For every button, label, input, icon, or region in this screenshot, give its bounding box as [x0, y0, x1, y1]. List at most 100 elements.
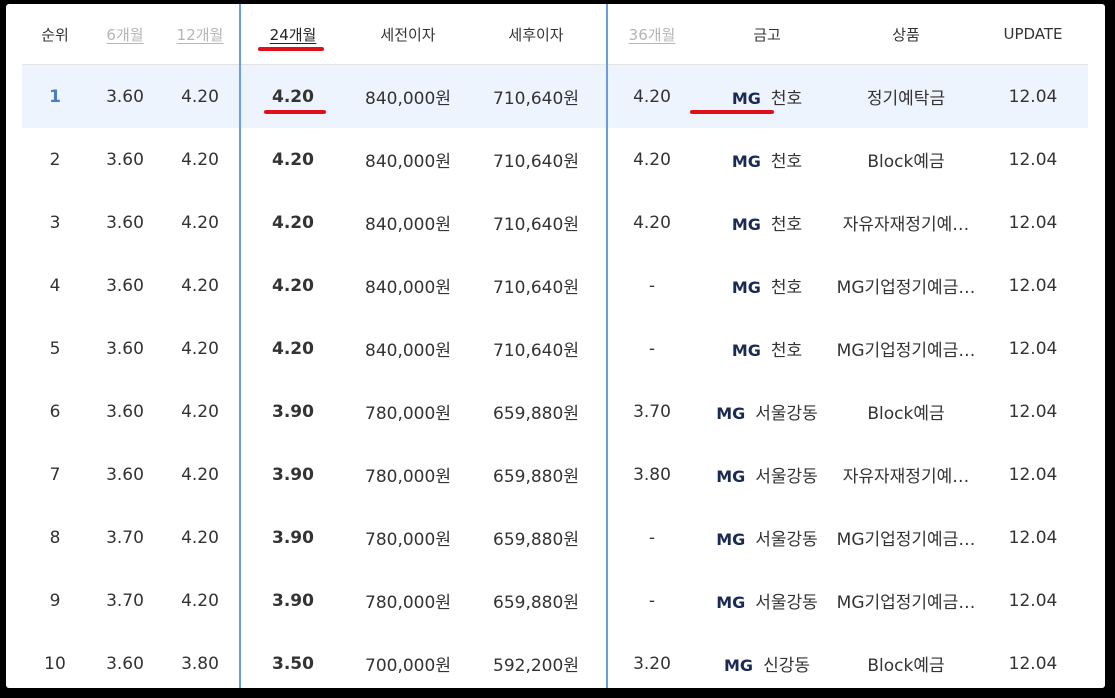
- cell-36-month-rate: 4.20: [633, 149, 671, 170]
- bank-name: 천호: [770, 215, 803, 235]
- table-row[interactable]: 1 3.60 4.20 4.20 840,000원 710,640원 4.20 MG 천호 정기예…: [22, 64, 1088, 128]
- header-rank: 순위: [22, 4, 88, 65]
- cell-6-month-rate: 3.70: [106, 527, 144, 548]
- cell-aftertax-interest: 710,640원: [493, 215, 579, 235]
- cell-rank: 6: [49, 401, 61, 422]
- cell-product: MG기업정기예금…: [836, 278, 976, 298]
- mg-brand-label: MG: [716, 467, 746, 486]
- cell-update: 12.04: [1008, 212, 1058, 233]
- cell-24-month-rate: 4.20: [272, 149, 314, 170]
- bank-name: 서울강동: [755, 467, 818, 487]
- table-row[interactable]: 6 3.60 4.20 3.90 780,000원 659,880원 3.70 MG 서울강동 B…: [22, 380, 1088, 443]
- cell-12-month-rate: 4.20: [181, 338, 219, 359]
- cell-product: Block예금: [867, 656, 945, 676]
- cell-pretax-interest: 840,000원: [365, 341, 451, 361]
- cell-36-month-rate: 4.20: [633, 212, 671, 233]
- cell-24-month-rate: 4.20: [272, 338, 314, 359]
- tab-6-months[interactable]: 6개월: [88, 4, 162, 65]
- mg-brand-label: MG: [731, 89, 761, 108]
- cell-update: 12.04: [1008, 527, 1058, 548]
- cell-bank: MG 천호: [700, 64, 834, 128]
- table-row[interactable]: 10 3.60 3.80 3.50 700,000원 592,200원 3.20 MG 신강동 B…: [22, 632, 1088, 688]
- column-divider-right: [606, 4, 608, 688]
- rate-table: 순위 6개월 12개월 24개월 세전이자 세후이자 36개월 금고 상품 UP…: [22, 4, 1088, 688]
- cell-pretax-interest: 780,000원: [365, 593, 451, 613]
- cell-update: 12.04: [1008, 275, 1058, 296]
- annotation-underline-header: [258, 47, 324, 51]
- cell-bank: MG 서울강동: [700, 380, 834, 443]
- cell-rank: 5: [49, 338, 61, 359]
- cell-bank: MG 천호: [700, 128, 834, 191]
- table-row[interactable]: 9 3.70 4.20 3.90 780,000원 659,880원 - MG 서울강동 MG기업…: [22, 569, 1088, 632]
- cell-product: MG기업정기예금…: [836, 530, 976, 550]
- table-row[interactable]: 5 3.60 4.20 4.20 840,000원 710,640원 - MG 천호 MG기업정기…: [22, 317, 1088, 380]
- cell-6-month-rate: 3.60: [106, 212, 144, 233]
- cell-product: Block예금: [867, 152, 945, 172]
- cell-36-month-rate: -: [648, 275, 656, 296]
- cell-12-month-rate: 4.20: [181, 212, 219, 233]
- cell-aftertax-interest: 710,640원: [468, 64, 604, 128]
- tab-36-months[interactable]: 36개월: [604, 4, 700, 65]
- header-product: 상품: [834, 4, 978, 65]
- cell-rank: 3: [49, 212, 61, 233]
- mg-brand-label: MG: [731, 341, 761, 360]
- table-row[interactable]: 7 3.60 4.20 3.90 780,000원 659,880원 3.80 MG 서울강동 자…: [22, 443, 1088, 506]
- cell-pretax-interest: 840,000원: [365, 215, 451, 235]
- column-divider-left: [239, 4, 241, 688]
- cell-pretax-interest: 780,000원: [365, 467, 451, 487]
- cell-aftertax-interest: 659,880원: [493, 593, 579, 613]
- cell-36-month-rate: 3.80: [633, 464, 671, 485]
- table-row[interactable]: 2 3.60 4.20 4.20 840,000원 710,640원 4.20 MG 천호 Blo…: [22, 128, 1088, 191]
- cell-12-month-rate: 4.20: [162, 64, 238, 128]
- cell-12-month-rate: 4.20: [181, 149, 219, 170]
- tab-24-months[interactable]: 24개월: [238, 4, 348, 65]
- cell-pretax-interest: 840,000원: [365, 152, 451, 172]
- cell-update: 12.04: [1008, 464, 1058, 485]
- cell-aftertax-interest: 659,880원: [493, 404, 579, 424]
- cell-update: 12.04: [1008, 653, 1058, 674]
- table-row[interactable]: 4 3.60 4.20 4.20 840,000원 710,640원 - MG 천호 MG기업정기…: [22, 254, 1088, 317]
- cell-product: MG기업정기예금…: [836, 341, 976, 361]
- cell-6-month-rate: 3.60: [88, 64, 162, 128]
- cell-product: MG기업정기예금…: [836, 593, 976, 613]
- cell-6-month-rate: 3.60: [106, 275, 144, 296]
- cell-pretax-interest: 700,000원: [365, 656, 451, 676]
- cell-rank: 10: [44, 653, 66, 674]
- cell-aftertax-interest: 592,200원: [493, 656, 579, 676]
- cell-aftertax-interest: 659,880원: [493, 467, 579, 487]
- cell-36-month-rate: 3.70: [633, 401, 671, 422]
- tab-12-months[interactable]: 12개월: [162, 4, 238, 65]
- cell-36-month-rate: 4.20: [604, 64, 700, 128]
- cell-12-month-rate: 4.20: [181, 401, 219, 422]
- cell-24-month-rate: 4.20: [272, 275, 314, 296]
- cell-rank: 4: [49, 275, 61, 296]
- bank-name: 서울강동: [755, 530, 818, 550]
- bank-name: 천호: [770, 278, 803, 298]
- bank-name: 신강동: [763, 656, 810, 676]
- mg-brand-label: MG: [716, 593, 746, 612]
- bank-name: 천호: [770, 89, 803, 109]
- header-bank: 금고: [700, 4, 834, 65]
- cell-update: 12.04: [1008, 149, 1058, 170]
- cell-update: 12.04: [1008, 590, 1058, 611]
- cell-12-month-rate: 4.20: [181, 527, 219, 548]
- cell-aftertax-interest: 659,880원: [493, 530, 579, 550]
- table-row[interactable]: 8 3.70 4.20 3.90 780,000원 659,880원 - MG 서울강동 MG기업…: [22, 506, 1088, 569]
- cell-6-month-rate: 3.60: [106, 653, 144, 674]
- cell-36-month-rate: -: [648, 590, 656, 611]
- table-row[interactable]: 3 3.60 4.20 4.20 840,000원 710,640원 4.20 MG 천호 자유자…: [22, 191, 1088, 254]
- cell-6-month-rate: 3.60: [106, 401, 144, 422]
- cell-rank: 1: [22, 64, 88, 128]
- cell-bank: MG 천호: [700, 254, 834, 317]
- cell-36-month-rate: 3.20: [633, 653, 671, 674]
- cell-24-month-rate: 3.90: [272, 527, 314, 548]
- bank-name: 천호: [770, 341, 803, 361]
- cell-24-month-rate: 3.90: [272, 401, 314, 422]
- cell-24-month-rate: 4.20: [272, 212, 314, 233]
- cell-bank: MG 서울강동: [700, 506, 834, 569]
- bank-name: 서울강동: [755, 593, 818, 613]
- table-header-row: 순위 6개월 12개월 24개월 세전이자 세후이자 36개월 금고 상품 UP…: [22, 4, 1088, 65]
- cell-product: 자유자재정기예…: [842, 215, 970, 235]
- bank-name: 서울강동: [755, 404, 818, 424]
- cell-12-month-rate: 4.20: [181, 464, 219, 485]
